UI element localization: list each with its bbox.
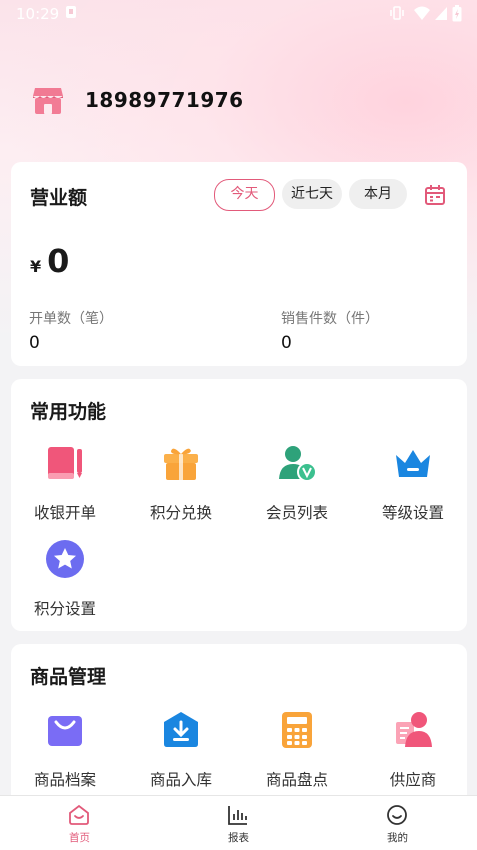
- level-settings-item[interactable]: 等级设置: [359, 443, 467, 533]
- product-archive-item[interactable]: 商品档案: [11, 710, 119, 800]
- stock-in-item[interactable]: 商品入库: [127, 710, 235, 800]
- revenue-title: 营业额: [30, 187, 88, 209]
- tab-reports[interactable]: 报表: [159, 796, 318, 850]
- items-sold-value: 0: [281, 333, 292, 353]
- orders-count-label: 开单数（笔）: [29, 311, 113, 327]
- revenue-value: 0: [47, 242, 70, 280]
- period-month-button[interactable]: 本月: [349, 179, 407, 209]
- tab-reports-label: 报表: [228, 832, 249, 844]
- checkout-label: 收银开单: [33, 504, 96, 522]
- calculator-icon: [282, 712, 312, 748]
- goods-management-title: 商品管理: [30, 666, 107, 688]
- shopping-bag-icon: [48, 716, 82, 746]
- period-7days-button[interactable]: 近七天: [282, 179, 342, 209]
- shop-icon[interactable]: [30, 82, 66, 118]
- store-phone: 18989771976: [85, 88, 244, 112]
- member-icon: [279, 446, 317, 482]
- period-today-button[interactable]: 今天: [214, 179, 275, 211]
- currency-symbol: ¥: [30, 257, 42, 276]
- points-settings-item[interactable]: 积分设置: [11, 539, 119, 629]
- level-settings-label: 等级设置: [381, 504, 444, 522]
- member-list-item[interactable]: 会员列表: [243, 443, 351, 533]
- signal-icon: [435, 7, 447, 20]
- home-icon: [69, 804, 89, 825]
- store-header: 18989771976: [30, 82, 450, 120]
- tab-mine[interactable]: 我的: [318, 796, 477, 850]
- orders-count-value: 0: [29, 333, 40, 353]
- star-badge-icon: [46, 540, 84, 578]
- goods-management-card: 商品管理 商品档案 商品入库 商品盘点 供应商: [11, 644, 467, 814]
- revenue-amount: ¥0: [30, 242, 69, 280]
- battery-icon: [452, 5, 462, 22]
- items-sold-label: 销售件数（件）: [281, 311, 379, 327]
- revenue-card: 营业额 今天 近七天 本月 ¥0 开单数（笔） 0 销售件数（件） 0: [11, 162, 467, 366]
- status-bar: 10:29: [0, 0, 477, 28]
- supplier-item[interactable]: 供应商: [359, 710, 467, 800]
- stock-take-item[interactable]: 商品盘点: [243, 710, 351, 800]
- wifi-icon: [414, 6, 430, 20]
- common-functions-title: 常用功能: [30, 401, 107, 423]
- status-time: 10:29: [16, 5, 60, 23]
- notification-icon: [66, 6, 76, 18]
- vibrate-icon: [390, 6, 404, 20]
- supplier-label: 供应商: [389, 771, 437, 789]
- member-list-label: 会员列表: [265, 504, 328, 522]
- stock-take-label: 商品盘点: [265, 771, 328, 789]
- points-settings-label: 积分设置: [33, 600, 96, 618]
- stock-in-icon: [164, 712, 198, 747]
- supplier-icon: [396, 712, 432, 747]
- tab-home-label: 首页: [69, 832, 90, 844]
- tab-home[interactable]: 首页: [0, 796, 159, 850]
- crown-icon: [396, 450, 430, 477]
- points-exchange-label: 积分兑换: [149, 504, 212, 522]
- tab-mine-label: 我的: [387, 832, 408, 844]
- points-exchange-item[interactable]: 积分兑换: [127, 443, 235, 533]
- bar-chart-icon: [228, 806, 247, 825]
- calendar-icon[interactable]: [424, 184, 446, 206]
- checkout-item[interactable]: 收银开单: [11, 443, 119, 533]
- checkout-notebook-icon: [48, 447, 82, 479]
- smiley-icon: [387, 805, 407, 825]
- bottom-tab-bar: 首页 报表 我的: [0, 795, 477, 850]
- stock-in-label: 商品入库: [149, 771, 212, 789]
- common-functions-card: 常用功能 收银开单 积分兑换 会员列表 等级设置 积分设置: [11, 379, 467, 631]
- product-archive-label: 商品档案: [33, 771, 96, 789]
- gift-icon: [164, 448, 198, 480]
